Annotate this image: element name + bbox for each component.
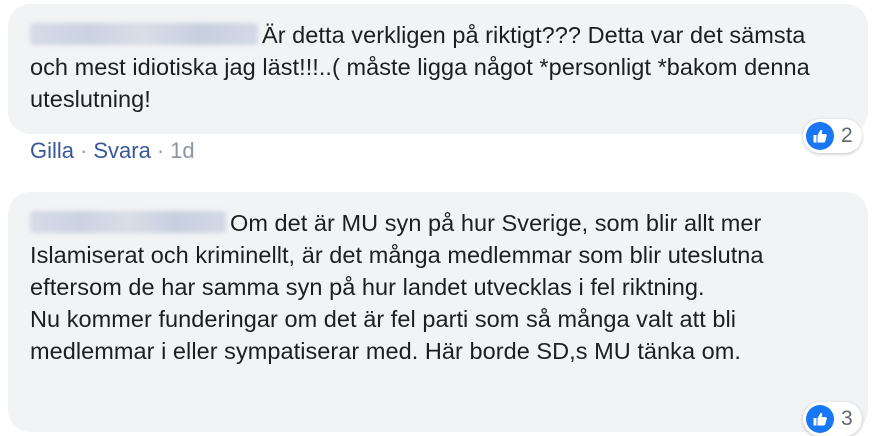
separator: · (156, 138, 165, 163)
comment-bubble: Om det är MU syn på hur Sverige, som bli… (8, 192, 868, 432)
reaction-summary[interactable]: 3 (803, 402, 862, 436)
commenter-name-blurred[interactable] (30, 23, 258, 45)
comment-paragraph: Nu kommer funderingar om det är fel part… (30, 306, 741, 364)
reaction-count: 2 (841, 124, 853, 147)
reply-link[interactable]: Svara (93, 138, 150, 163)
timestamp[interactable]: 1d (170, 138, 194, 163)
like-link[interactable]: Gilla (30, 138, 74, 163)
comment-bubble: Är detta verkligen på riktigt??? Detta v… (8, 4, 868, 134)
thumbs-up-icon (806, 405, 834, 433)
thumbs-up-icon (806, 122, 834, 150)
reaction-summary[interactable]: 2 (803, 119, 862, 153)
separator: · (80, 138, 88, 163)
reaction-count: 3 (841, 407, 853, 430)
comment-paragraph: Om det är MU syn på hur Sverige, som bli… (30, 207, 844, 303)
comment-actions: Gilla · Svara · 1d (30, 138, 195, 164)
commenter-name-blurred[interactable] (30, 211, 226, 233)
